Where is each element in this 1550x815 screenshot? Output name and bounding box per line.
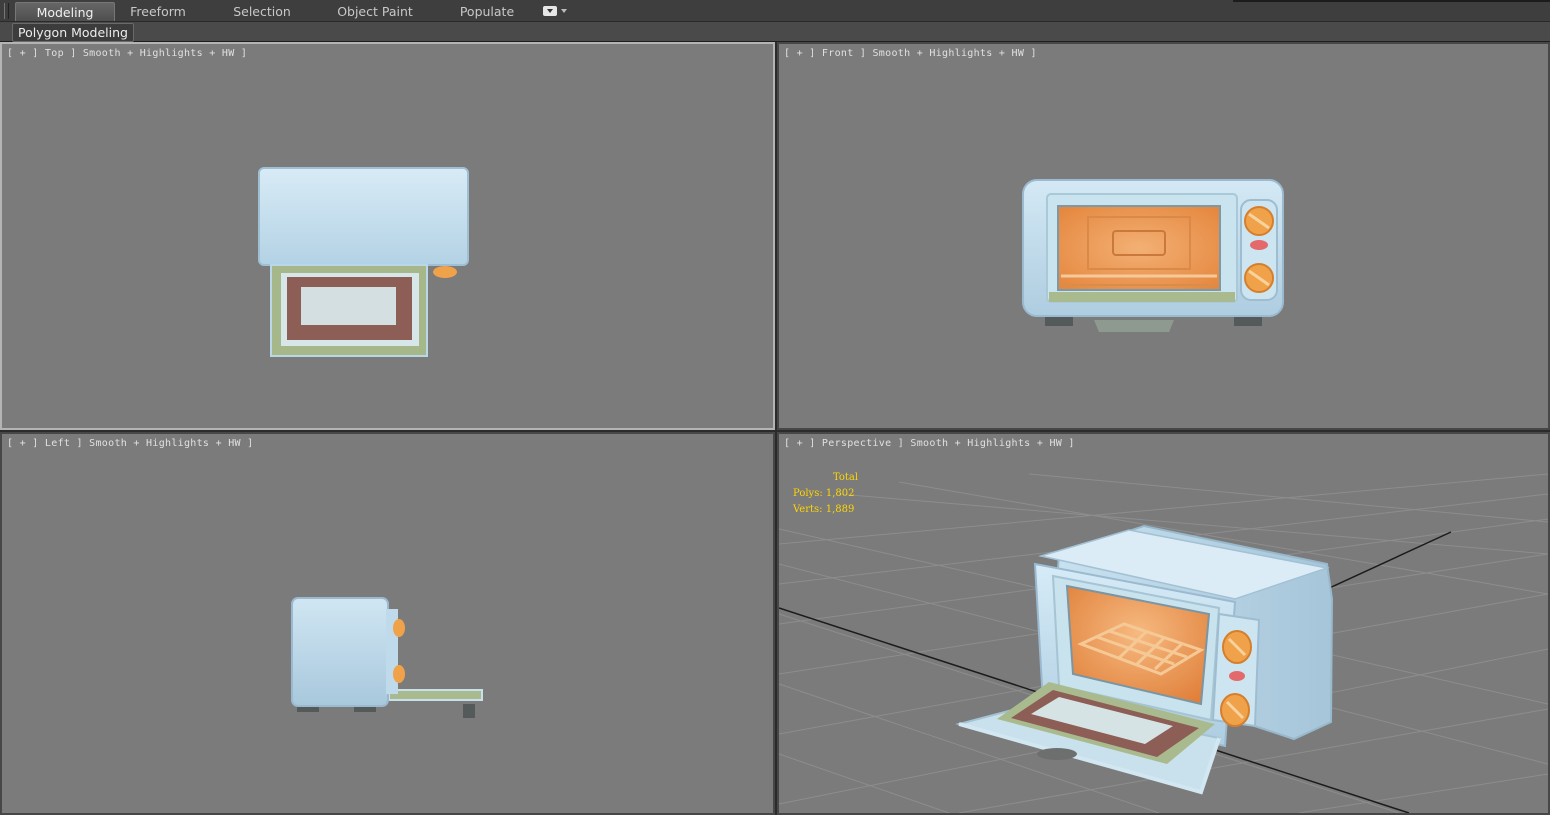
- viewport-perspective[interactable]: [ + ] Perspective ] Smooth + Highlights …: [777, 432, 1550, 815]
- viewport-front[interactable]: [ + ] Front ] Smooth + Highlights + HW ]: [777, 42, 1550, 430]
- viewport-label-left[interactable]: [ + ] Left ] Smooth + Highlights + HW ]: [7, 438, 254, 449]
- viewport-top[interactable]: [ + ] Top ] Smooth + Highlights + HW ]: [0, 42, 775, 430]
- top-view-oven-model: [258, 167, 469, 357]
- tab-populate[interactable]: Populate: [449, 2, 525, 21]
- left-view-oven-model: [291, 597, 483, 718]
- viewport-label-front[interactable]: [ + ] Front ] Smooth + Highlights + HW ]: [784, 48, 1037, 59]
- front-view-oven-model: [1022, 179, 1284, 332]
- divider: [1233, 0, 1550, 2]
- stats-polys: Polys: 1,802: [793, 488, 855, 499]
- scene-statistics: Total Polys: 1,802 Verts: 1,889: [793, 470, 858, 518]
- perspective-view-oven-model: [779, 473, 1548, 813]
- polygon-modeling-panel[interactable]: Polygon Modeling: [12, 23, 134, 42]
- ribbon-grip[interactable]: [4, 3, 9, 19]
- tab-object-paint[interactable]: Object Paint: [331, 2, 419, 21]
- tab-modeling[interactable]: Modeling: [15, 2, 115, 21]
- viewport-label-perspective[interactable]: [ + ] Perspective ] Smooth + Highlights …: [784, 438, 1075, 449]
- ribbon-tab-bar: Modeling Freeform Selection Object Paint…: [0, 0, 1550, 22]
- tab-selection[interactable]: Selection: [222, 2, 302, 21]
- ribbon-panel-bar: Polygon Modeling: [0, 22, 1550, 42]
- stats-total-label: Total: [833, 472, 859, 483]
- viewport-label-top[interactable]: [ + ] Top ] Smooth + Highlights + HW ]: [7, 48, 247, 59]
- tab-freeform[interactable]: Freeform: [118, 2, 198, 21]
- stats-verts: Verts: 1,889: [793, 504, 855, 515]
- viewport-left[interactable]: [ + ] Left ] Smooth + Highlights + HW ]: [0, 432, 775, 815]
- ribbon-minimize-icon[interactable]: [543, 5, 567, 17]
